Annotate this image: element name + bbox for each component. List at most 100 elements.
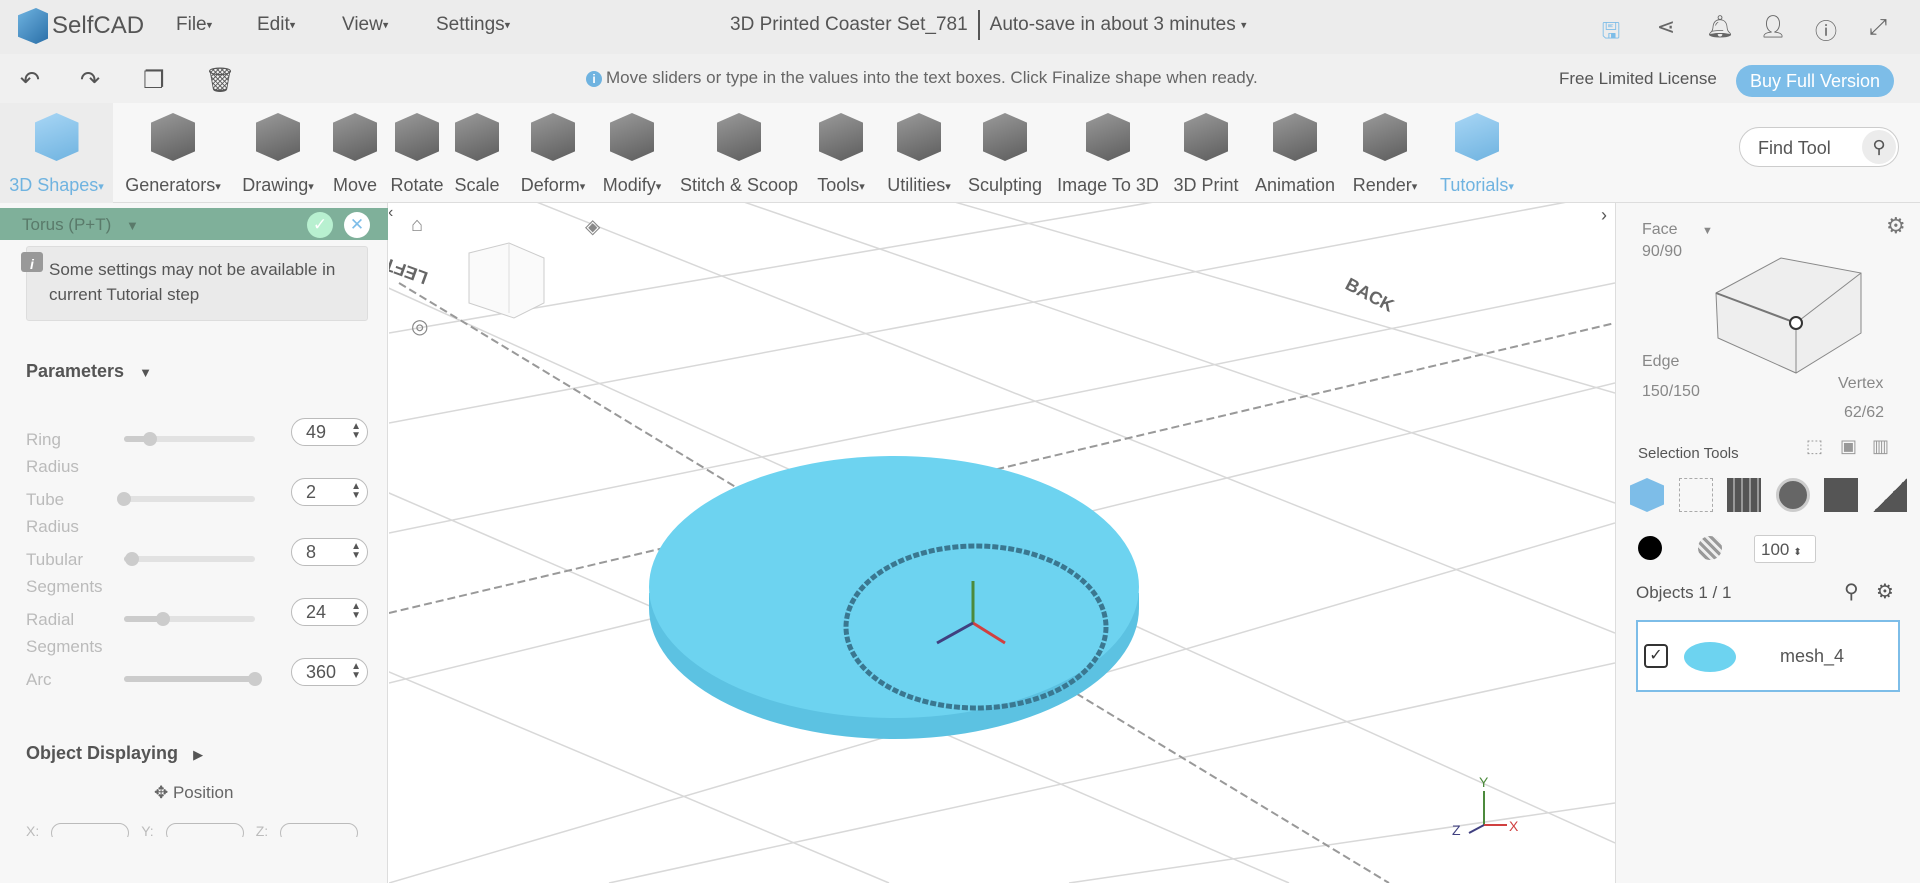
document-title[interactable]: 3D Printed Coaster Set_781 bbox=[730, 14, 968, 40]
slider-thumb[interactable] bbox=[143, 432, 158, 446]
edge-select-icon[interactable] bbox=[1824, 478, 1858, 512]
param-label: Tube Radius bbox=[26, 490, 79, 536]
param-value-input[interactable]: 360 ▲ ▼ bbox=[291, 658, 368, 686]
stitch-scoop-icon bbox=[717, 113, 761, 161]
tool-drawing[interactable]: Drawing▾ bbox=[234, 103, 322, 203]
search-icon[interactable]: ⚲ bbox=[1862, 130, 1896, 164]
slider-thumb[interactable] bbox=[248, 672, 262, 686]
objects-gear-icon[interactable]: ⚙ bbox=[1876, 579, 1894, 604]
share-icon[interactable]: ⋖ bbox=[1653, 14, 1679, 40]
svg-text:X: X bbox=[1509, 818, 1519, 834]
face-select-icon[interactable] bbox=[1679, 478, 1713, 512]
select-all-icon[interactable]: ▥ bbox=[1872, 436, 1889, 457]
position-y-input[interactable] bbox=[165, 823, 244, 837]
grid-select-icon[interactable] bbox=[1727, 478, 1761, 512]
menu-edit[interactable]: Edit▾ bbox=[257, 14, 295, 36]
param-slider[interactable] bbox=[124, 432, 255, 446]
tool-render[interactable]: Render▾ bbox=[1349, 103, 1421, 203]
menu-view[interactable]: View▾ bbox=[342, 14, 388, 36]
tool-tutorials[interactable]: Tutorials▾ bbox=[1432, 103, 1522, 203]
tool-sculpting[interactable]: Sculpting bbox=[965, 103, 1045, 203]
collapse-right-icon: › bbox=[1601, 205, 1607, 225]
menu-file[interactable]: File▾ bbox=[176, 14, 212, 36]
coaster-mesh[interactable] bbox=[649, 456, 1139, 718]
tool-ribbon: 3D Shapes▾ Generators▾ Drawing▾ Move Rot… bbox=[0, 103, 1920, 203]
left-label: LEFT bbox=[389, 254, 430, 288]
tool-tools[interactable]: Tools▾ bbox=[810, 103, 872, 203]
position-z-input[interactable] bbox=[280, 823, 359, 837]
hint-text: i Move sliders or type in the values into… bbox=[586, 68, 1258, 88]
redo-icon[interactable]: ↷ bbox=[80, 66, 100, 95]
scene[interactable]: BACK LEFT ‹ ⌂ ◎ ◈ › Y X Z bbox=[389, 203, 1615, 883]
bell-icon[interactable]: 🔔︎ bbox=[1706, 14, 1734, 40]
param-value-input[interactable]: 49 ▲ ▼ bbox=[291, 418, 368, 446]
param-value-input[interactable]: 8 ▲ ▼ bbox=[291, 538, 368, 566]
selfcad-logo[interactable]: SelfCAD bbox=[18, 8, 144, 44]
param-slider[interactable] bbox=[124, 552, 255, 566]
selection-cube-diagram bbox=[1715, 257, 1862, 374]
buy-full-version-button[interactable]: Buy Full Version bbox=[1736, 65, 1894, 97]
menu-settings[interactable]: Settings▾ bbox=[436, 14, 510, 36]
cancel-close-button[interactable]: ✕ bbox=[344, 212, 370, 238]
tutorial-notice: i Some settings may not be available in c… bbox=[21, 246, 368, 321]
tool-3d-print[interactable]: 3D Print bbox=[1171, 103, 1241, 203]
param-slider[interactable] bbox=[124, 612, 255, 626]
tool-deform[interactable]: Deform▾ bbox=[508, 103, 598, 203]
color-picker[interactable] bbox=[1638, 536, 1662, 560]
delete-icon[interactable]: 🗑︎ bbox=[205, 66, 235, 95]
gear-icon[interactable]: ⚙ bbox=[1886, 213, 1906, 239]
param-label: Ring Radius bbox=[26, 430, 79, 476]
select-add-icon[interactable]: ▣ bbox=[1840, 436, 1857, 457]
object-list-item[interactable]: ✓ mesh_4 bbox=[1636, 620, 1900, 692]
param-value-input[interactable]: 2 ▲ ▼ bbox=[291, 478, 368, 506]
tool-3d-shapes[interactable]: 3D Shapes▾ bbox=[0, 103, 113, 203]
save-icon[interactable]: 🖫 bbox=[1598, 14, 1624, 43]
user-icon[interactable]: 👤︎ bbox=[1759, 14, 1787, 40]
tool-stitch-scoop[interactable]: Stitch & Scoop bbox=[678, 103, 800, 203]
top-bar: SelfCAD File▾ Edit▾ View▾ Settings▾ 3D P… bbox=[0, 0, 1920, 54]
slider-thumb[interactable] bbox=[124, 552, 139, 566]
vertex-select-icon[interactable] bbox=[1776, 478, 1810, 512]
selection-mode-dropdown[interactable]: Face ▼ bbox=[1642, 221, 1713, 239]
autosave-dropdown[interactable]: Auto-save in about 3 minutes ▾ bbox=[990, 14, 1247, 40]
tool-generators[interactable]: Generators▾ bbox=[116, 103, 230, 203]
tool-image-to-3d[interactable]: Image To 3D bbox=[1054, 103, 1162, 203]
undo-icon[interactable]: ↶ bbox=[20, 66, 40, 95]
tool-scale[interactable]: Scale bbox=[452, 103, 502, 203]
info-icon[interactable]: ⓘ bbox=[1813, 14, 1839, 44]
plane-select-icon[interactable] bbox=[1873, 478, 1907, 512]
tool-modify[interactable]: Modify▾ bbox=[596, 103, 668, 203]
param-value-input[interactable]: 24 ▲ ▼ bbox=[291, 598, 368, 626]
param-slider[interactable] bbox=[124, 672, 262, 686]
box-select-icon[interactable]: ⬚ bbox=[1806, 436, 1823, 457]
tool-animation[interactable]: Animation bbox=[1250, 103, 1340, 203]
opacity-input[interactable]: 100 ⬍ bbox=[1754, 535, 1816, 563]
object-displaying-header[interactable]: Object Displaying ▶ bbox=[26, 743, 203, 764]
copy-icon[interactable]: ❐ bbox=[143, 66, 165, 95]
search-objects-icon[interactable]: ⚲ bbox=[1844, 579, 1859, 604]
texture-icon[interactable] bbox=[1698, 536, 1722, 560]
tool-utilities[interactable]: Utilities▾ bbox=[878, 103, 960, 203]
position-inputs: X: Y: Z: bbox=[26, 823, 368, 837]
view-cube[interactable] bbox=[468, 242, 545, 319]
orbit-icon: ◎ bbox=[411, 316, 428, 338]
logo-mark-icon bbox=[18, 8, 48, 44]
3d-print-icon bbox=[1184, 113, 1228, 161]
position-label: ✥ Position bbox=[154, 783, 234, 802]
object-select-icon[interactable] bbox=[1630, 478, 1664, 512]
parameters-header[interactable]: Parameters ▼ bbox=[26, 361, 152, 382]
slider-thumb[interactable] bbox=[156, 612, 171, 626]
param-slider[interactable] bbox=[117, 492, 255, 506]
tool-rotate[interactable]: Rotate bbox=[386, 103, 448, 203]
slider-thumb[interactable] bbox=[117, 492, 131, 506]
3d-viewport[interactable]: BACK LEFT ‹ ⌂ ◎ ◈ › Y X Z bbox=[389, 203, 1615, 883]
move-icon bbox=[333, 113, 377, 161]
find-tool-input[interactable]: Find Tool ⚲ bbox=[1739, 127, 1899, 167]
finalize-check-button[interactable]: ✓ bbox=[307, 212, 333, 238]
panel-title[interactable]: Torus (P+T) bbox=[22, 215, 111, 234]
tool-move[interactable]: Move bbox=[328, 103, 382, 203]
fullscreen-icon[interactable]: ⤢ bbox=[1865, 14, 1891, 40]
visibility-checkbox[interactable]: ✓ bbox=[1644, 644, 1668, 668]
action-bar: ↶ ↷ ❐ 🗑︎ i Move sliders or type in the va… bbox=[0, 54, 1920, 103]
position-x-input[interactable] bbox=[51, 823, 130, 837]
